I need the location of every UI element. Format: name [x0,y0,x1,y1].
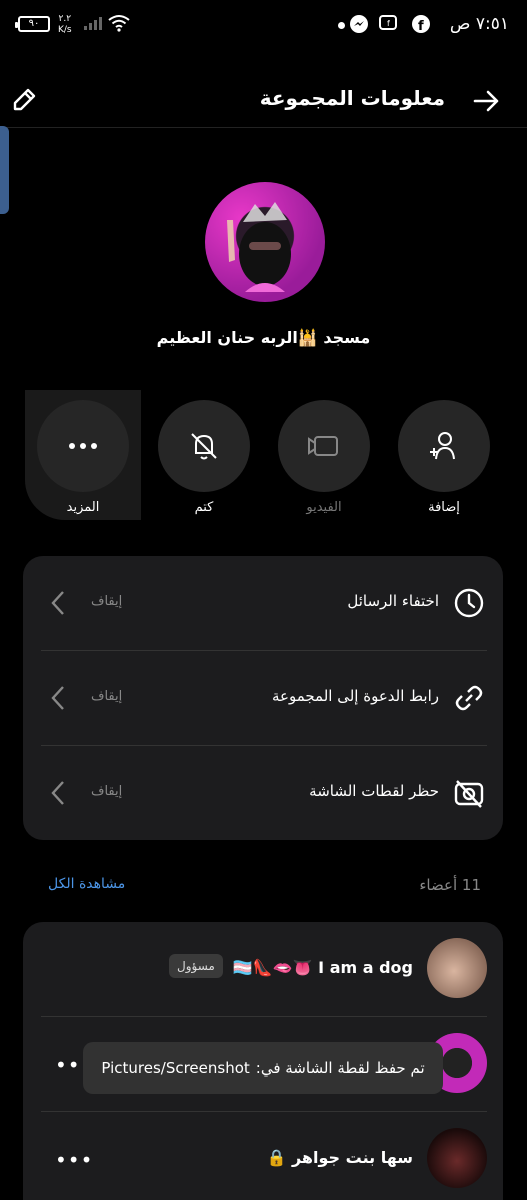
toast-path: Pictures/Screenshot [101,1059,250,1077]
action-buttons: إضافة الفيديو كتم المزيد [0,390,527,520]
member-row[interactable]: سها بنت جواهر 🔒 ••• [23,1112,503,1200]
toast-message: تم حفظ لقطة الشاشة في: [255,1059,425,1077]
mute-label: كتم [194,500,214,515]
member-avatar [427,938,487,998]
status-bar: ٩٠ ٢.٢ K/s f f ٧:٥١ ص [0,0,527,56]
disappearing-messages-value: إيقاف [91,594,123,609]
notification-dot [338,22,345,29]
edit-pencil-icon[interactable] [10,84,40,114]
svg-text:f: f [418,19,424,34]
more-label: المزيد [66,500,100,515]
wifi-icon [108,15,130,32]
screenshot-block-icon [454,780,484,808]
invite-link-value: إيقاف [91,689,123,704]
group-name: مسجد 🕌الربه حنان العظيم [156,328,371,347]
clock-icon [454,588,484,618]
invite-link-row[interactable]: رابط الدعوة إلى المجموعة إيقاف [23,651,503,745]
link-icon [455,685,483,711]
more-button[interactable]: المزيد [25,390,141,520]
network-speed: ٢.٢ K/s [58,14,72,35]
add-person-icon [430,432,455,460]
disappearing-messages-row[interactable]: اختفاء الرسائل إيقاف [23,556,503,650]
more-dots-icon [69,443,97,449]
admin-badge: مسؤول [169,954,223,978]
block-screenshots-value: إيقاف [91,784,123,799]
member-name: سها بنت جواهر 🔒 [266,1148,413,1167]
chevron-left-icon [51,686,64,710]
member-name: I am a dog 👅🫦👠🏳️‍⚧️ [232,958,413,977]
side-edge-handle[interactable] [0,126,9,214]
disappearing-messages-label: اختفاء الرسائل [347,592,439,610]
settings-card: اختفاء الرسائل إيقاف رابط الدعوة إلى الم… [23,556,503,840]
messenger-icon [350,15,368,33]
member-row[interactable]: I am a dog 👅🫦👠🏳️‍⚧️ مسؤول [23,922,503,1016]
invite-link-label: رابط الدعوة إلى المجموعة [271,687,439,705]
page-title: معلومات المجموعة [259,86,445,110]
battery-icon: ٩٠ [15,16,50,32]
svg-text:f: f [387,19,390,28]
video-call-button[interactable]: الفيديو [269,390,379,520]
bell-off-icon [191,433,217,460]
signal-icon [84,17,102,30]
chevron-left-icon [51,781,64,805]
facebook-icon: f [412,15,430,34]
block-screenshots-row[interactable]: حظر لقطات الشاشة إيقاف [23,746,503,840]
chevron-left-icon [51,591,64,615]
group-avatar[interactable] [205,182,325,302]
video-call-label: الفيديو [306,500,342,515]
mute-button[interactable]: كتم [149,390,259,520]
screenshot-saved-toast: Pictures/Screenshot تم حفظ لقطة الشاشة ف… [83,1042,443,1094]
add-member-button[interactable]: إضافة [389,390,499,520]
video-icon [308,436,338,456]
member-avatar [427,1128,487,1188]
avatar-image [227,202,291,292]
see-all-link[interactable]: مشاهدة الكل [48,876,125,892]
clock: ٧:٥١ ص [449,14,509,34]
member-options-icon[interactable]: ••• [55,1148,93,1172]
top-bar: معلومات المجموعة [0,72,527,128]
back-arrow-icon[interactable] [471,86,501,116]
add-member-label: إضافة [428,500,460,515]
block-screenshots-label: حظر لقطات الشاشة [309,782,439,800]
facebook-pages-icon: f [379,15,397,30]
members-count: 11 أعضاء [419,876,481,894]
notification-icons: f f [349,14,431,34]
